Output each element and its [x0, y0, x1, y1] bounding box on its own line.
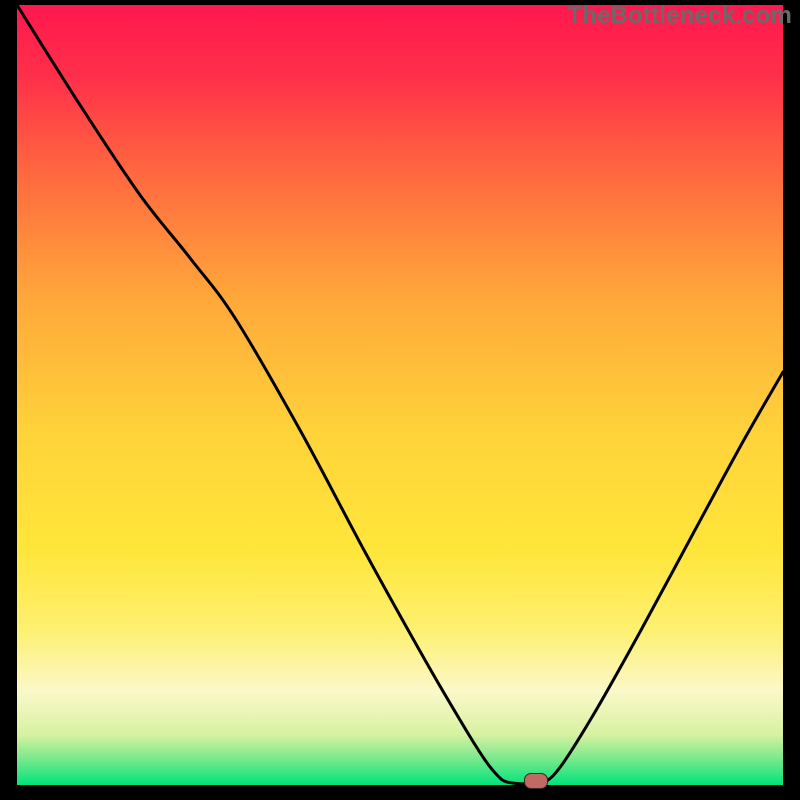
optimal-point-marker	[524, 773, 548, 789]
watermark-text: TheBottleneck.com	[567, 2, 792, 30]
plot-area	[17, 5, 783, 785]
chart-svg	[17, 5, 783, 785]
chart-frame: TheBottleneck.com	[0, 0, 800, 800]
gradient-background	[17, 5, 783, 785]
